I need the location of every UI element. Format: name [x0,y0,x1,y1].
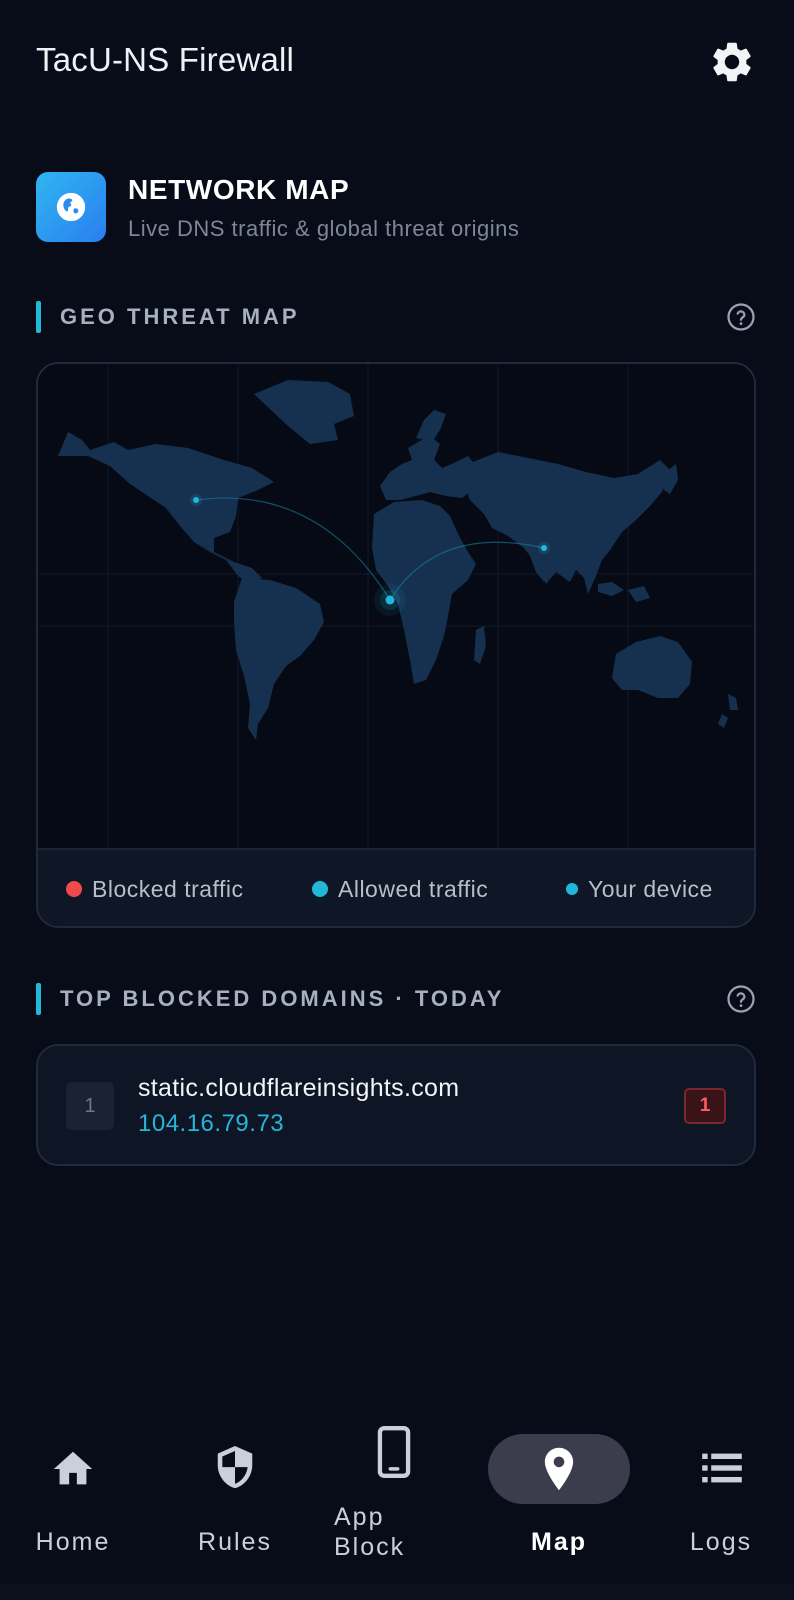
list-icon [702,1453,742,1483]
map-legend: Blocked traffic Allowed traffic Your dev… [38,848,754,926]
section-accent-bar [36,301,41,333]
page-subtitle: Live DNS traffic & global threat origins [128,216,520,241]
page-title: NETWORK MAP [128,174,350,205]
page-header: NETWORK MAP Live DNS traffic & global th… [36,172,756,244]
section-accent-bar [36,983,41,1015]
system-nav-bar [0,1584,794,1600]
map-pin-icon [544,1447,574,1491]
help-icon[interactable] [726,984,756,1014]
nav-item-app-block[interactable]: App Block [322,1410,468,1584]
nav-item-logs[interactable]: Logs [648,1410,794,1584]
legend-item-device: Your device [566,876,713,903]
domain-ip: 104.16.79.73 [138,1110,285,1137]
geo-threat-map-section-header: GEO THREAT MAP [36,300,756,334]
nav-label: Rules [198,1528,272,1556]
section-label: TOP BLOCKED DOMAINS · TODAY [60,986,505,1011]
nav-label: Home [35,1528,111,1556]
world-map[interactable] [38,364,754,848]
nav-label: Logs [689,1528,753,1556]
phone-icon [377,1426,411,1478]
legend-item-allowed: Allowed traffic [312,876,488,903]
bottom-navigation: Home Rules App Block Map Logs [0,1410,794,1584]
blocked-domain-row[interactable]: 1 static.cloudflareinsights.com 104.16.7… [36,1044,756,1166]
nav-label: App Block [334,1503,406,1561]
block-count-badge: 1 [684,1088,726,1124]
settings-gear-icon[interactable] [708,38,756,86]
nav-item-rules[interactable]: Rules [162,1410,308,1584]
top-blocked-domains-section-header: TOP BLOCKED DOMAINS · TODAY [36,982,756,1016]
legend-dot-red [66,880,82,897]
shield-icon [217,1446,253,1489]
app-bar: TacU-NS Firewall [0,0,794,124]
rank-badge: 1 [66,1082,114,1130]
domain-name: static.cloudflareinsights.com [138,1074,460,1102]
nav-item-home[interactable]: Home [0,1410,146,1584]
nav-label: Map [531,1528,587,1556]
nav-item-map[interactable]: Map [488,1410,630,1584]
app-title: TacU-NS Firewall [36,41,295,78]
legend-item-blocked: Blocked traffic [66,876,244,903]
legend-dot-cyan [312,880,328,897]
geo-threat-map-card: Blocked traffic Allowed traffic Your dev… [36,362,756,928]
home-icon [53,1451,93,1485]
section-label: GEO THREAT MAP [60,304,300,329]
help-icon[interactable] [726,302,756,332]
globe-icon [36,172,106,242]
legend-dot-device [566,882,578,895]
